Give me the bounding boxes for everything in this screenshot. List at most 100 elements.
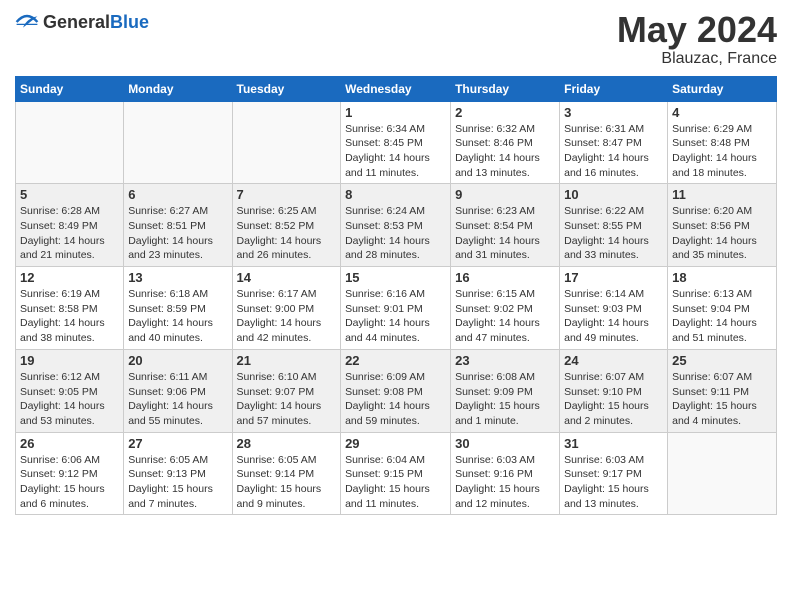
- day-number: 21: [237, 353, 337, 368]
- day-number: 13: [128, 270, 227, 285]
- day-number: 14: [237, 270, 337, 285]
- day-number: 25: [672, 353, 772, 368]
- day-info: Sunrise: 6:07 AMSunset: 9:10 PMDaylight:…: [564, 370, 663, 429]
- calendar-cell: 12 Sunrise: 6:19 AMSunset: 8:58 PMDayligh…: [16, 267, 124, 350]
- calendar-week-row-1: 1Sunrise: 6:34 AMSunset: 8:45 PMDaylight…: [16, 101, 777, 184]
- logo: GeneralBlue: [15, 10, 149, 34]
- col-saturday: Saturday: [668, 76, 777, 101]
- day-info: Sunrise: 6:32 AMSunset: 8:46 PMDaylight:…: [455, 122, 555, 181]
- page: GeneralBlue May 2024 Blauzac, France Sun…: [0, 0, 792, 612]
- calendar-cell: 13 Sunrise: 6:18 AMSunset: 8:59 PMDayligh…: [124, 267, 232, 350]
- day-number: 9: [455, 187, 555, 202]
- calendar-cell: [16, 101, 124, 184]
- day-info: Sunrise: 6:05 AMSunset: 9:13 PMDaylight:…: [128, 453, 227, 512]
- day-info: Sunrise: 6:12 AMSunset: 9:05 PMDaylight:…: [20, 370, 119, 429]
- day-info: Sunrise: 6:19 AMSunset: 8:58 PMDaylight:…: [20, 287, 119, 346]
- day-number: 17: [564, 270, 663, 285]
- logo-text: GeneralBlue: [43, 12, 149, 33]
- calendar-cell: 3 Sunrise: 6:31 AMSunset: 8:47 PMDaylight…: [560, 101, 668, 184]
- calendar-cell: 5 Sunrise: 6:28 AMSunset: 8:49 PMDaylight…: [16, 184, 124, 267]
- calendar-cell: 16 Sunrise: 6:15 AMSunset: 9:02 PMDayligh…: [451, 267, 560, 350]
- calendar-header-row: Sunday Monday Tuesday Wednesday Thursday…: [16, 76, 777, 101]
- day-number: 24: [564, 353, 663, 368]
- calendar-week-row-4: 19 Sunrise: 6:12 AMSunset: 9:05 PMDayligh…: [16, 349, 777, 432]
- col-tuesday: Tuesday: [232, 76, 341, 101]
- calendar-cell: [668, 432, 777, 515]
- calendar-cell: 17 Sunrise: 6:14 AMSunset: 9:03 PMDayligh…: [560, 267, 668, 350]
- day-number: 5: [20, 187, 119, 202]
- day-number: 12: [20, 270, 119, 285]
- day-info: Sunrise: 6:25 AMSunset: 8:52 PMDaylight:…: [237, 204, 337, 263]
- col-thursday: Thursday: [451, 76, 560, 101]
- calendar-cell: 25Sunrise: 6:07 AMSunset: 9:11 PMDayligh…: [668, 349, 777, 432]
- calendar-cell: 29Sunrise: 6:04 AMSunset: 9:15 PMDayligh…: [341, 432, 451, 515]
- day-number: 2: [455, 105, 555, 120]
- day-info: Sunrise: 6:13 AMSunset: 9:04 PMDaylight:…: [672, 287, 772, 346]
- calendar-week-row-5: 26 Sunrise: 6:06 AMSunset: 9:12 PMDayligh…: [16, 432, 777, 515]
- calendar-cell: 11Sunrise: 6:20 AMSunset: 8:56 PMDayligh…: [668, 184, 777, 267]
- day-number: 8: [345, 187, 446, 202]
- day-info: Sunrise: 6:15 AMSunset: 9:02 PMDaylight:…: [455, 287, 555, 346]
- day-info: Sunrise: 6:24 AMSunset: 8:53 PMDaylight:…: [345, 204, 446, 263]
- calendar-cell: [232, 101, 341, 184]
- day-info: Sunrise: 6:22 AMSunset: 8:55 PMDaylight:…: [564, 204, 663, 263]
- calendar-cell: 19 Sunrise: 6:12 AMSunset: 9:05 PMDayligh…: [16, 349, 124, 432]
- calendar-cell: 14Sunrise: 6:17 AMSunset: 9:00 PMDayligh…: [232, 267, 341, 350]
- day-info: Sunrise: 6:29 AMSunset: 8:48 PMDaylight:…: [672, 122, 772, 181]
- col-sunday: Sunday: [16, 76, 124, 101]
- calendar-cell: 22 Sunrise: 6:09 AMSunset: 9:08 PMDayligh…: [341, 349, 451, 432]
- day-info: Sunrise: 6:03 AMSunset: 9:16 PMDaylight:…: [455, 453, 555, 512]
- day-number: 7: [237, 187, 337, 202]
- day-info: Sunrise: 6:09 AMSunset: 9:08 PMDaylight:…: [345, 370, 446, 429]
- day-number: 26: [20, 436, 119, 451]
- month-title: May 2024: [617, 10, 777, 50]
- day-info: Sunrise: 6:06 AMSunset: 9:12 PMDaylight:…: [20, 453, 119, 512]
- col-wednesday: Wednesday: [341, 76, 451, 101]
- calendar: Sunday Monday Tuesday Wednesday Thursday…: [15, 76, 777, 516]
- day-number: 23: [455, 353, 555, 368]
- calendar-cell: 27 Sunrise: 6:05 AMSunset: 9:13 PMDayligh…: [124, 432, 232, 515]
- col-friday: Friday: [560, 76, 668, 101]
- day-number: 29: [345, 436, 446, 451]
- day-info: Sunrise: 6:23 AMSunset: 8:54 PMDaylight:…: [455, 204, 555, 263]
- day-number: 28: [237, 436, 337, 451]
- day-number: 19: [20, 353, 119, 368]
- day-info: Sunrise: 6:20 AMSunset: 8:56 PMDaylight:…: [672, 204, 772, 263]
- day-info: Sunrise: 6:08 AMSunset: 9:09 PMDaylight:…: [455, 370, 555, 429]
- calendar-cell: [124, 101, 232, 184]
- day-info: Sunrise: 6:34 AMSunset: 8:45 PMDaylight:…: [345, 122, 446, 181]
- day-number: 30: [455, 436, 555, 451]
- day-number: 4: [672, 105, 772, 120]
- calendar-cell: 31Sunrise: 6:03 AMSunset: 9:17 PMDayligh…: [560, 432, 668, 515]
- calendar-cell: 2 Sunrise: 6:32 AMSunset: 8:46 PMDaylight…: [451, 101, 560, 184]
- day-info: Sunrise: 6:27 AMSunset: 8:51 PMDaylight:…: [128, 204, 227, 263]
- day-info: Sunrise: 6:31 AMSunset: 8:47 PMDaylight:…: [564, 122, 663, 181]
- logo-blue: Blue: [110, 12, 149, 32]
- calendar-week-row-3: 12 Sunrise: 6:19 AMSunset: 8:58 PMDayligh…: [16, 267, 777, 350]
- day-number: 18: [672, 270, 772, 285]
- location-title: Blauzac, France: [617, 50, 777, 68]
- day-info: Sunrise: 6:14 AMSunset: 9:03 PMDaylight:…: [564, 287, 663, 346]
- calendar-cell: 7 Sunrise: 6:25 AMSunset: 8:52 PMDaylight…: [232, 184, 341, 267]
- day-info: Sunrise: 6:18 AMSunset: 8:59 PMDaylight:…: [128, 287, 227, 346]
- day-number: 16: [455, 270, 555, 285]
- calendar-cell: 20Sunrise: 6:11 AMSunset: 9:06 PMDayligh…: [124, 349, 232, 432]
- calendar-cell: 28Sunrise: 6:05 AMSunset: 9:14 PMDayligh…: [232, 432, 341, 515]
- logo-general: General: [43, 12, 110, 32]
- calendar-cell: 18 Sunrise: 6:13 AMSunset: 9:04 PMDayligh…: [668, 267, 777, 350]
- day-number: 27: [128, 436, 227, 451]
- day-number: 20: [128, 353, 227, 368]
- col-monday: Monday: [124, 76, 232, 101]
- day-number: 6: [128, 187, 227, 202]
- calendar-week-row-2: 5 Sunrise: 6:28 AMSunset: 8:49 PMDaylight…: [16, 184, 777, 267]
- day-number: 3: [564, 105, 663, 120]
- calendar-cell: 15Sunrise: 6:16 AMSunset: 9:01 PMDayligh…: [341, 267, 451, 350]
- header: GeneralBlue May 2024 Blauzac, France: [15, 10, 777, 68]
- calendar-cell: 30 Sunrise: 6:03 AMSunset: 9:16 PMDayligh…: [451, 432, 560, 515]
- calendar-cell: 21Sunrise: 6:10 AMSunset: 9:07 PMDayligh…: [232, 349, 341, 432]
- day-number: 10: [564, 187, 663, 202]
- day-number: 22: [345, 353, 446, 368]
- calendar-cell: 23 Sunrise: 6:08 AMSunset: 9:09 PMDayligh…: [451, 349, 560, 432]
- title-block: May 2024 Blauzac, France: [617, 10, 777, 68]
- day-info: Sunrise: 6:28 AMSunset: 8:49 PMDaylight:…: [20, 204, 119, 263]
